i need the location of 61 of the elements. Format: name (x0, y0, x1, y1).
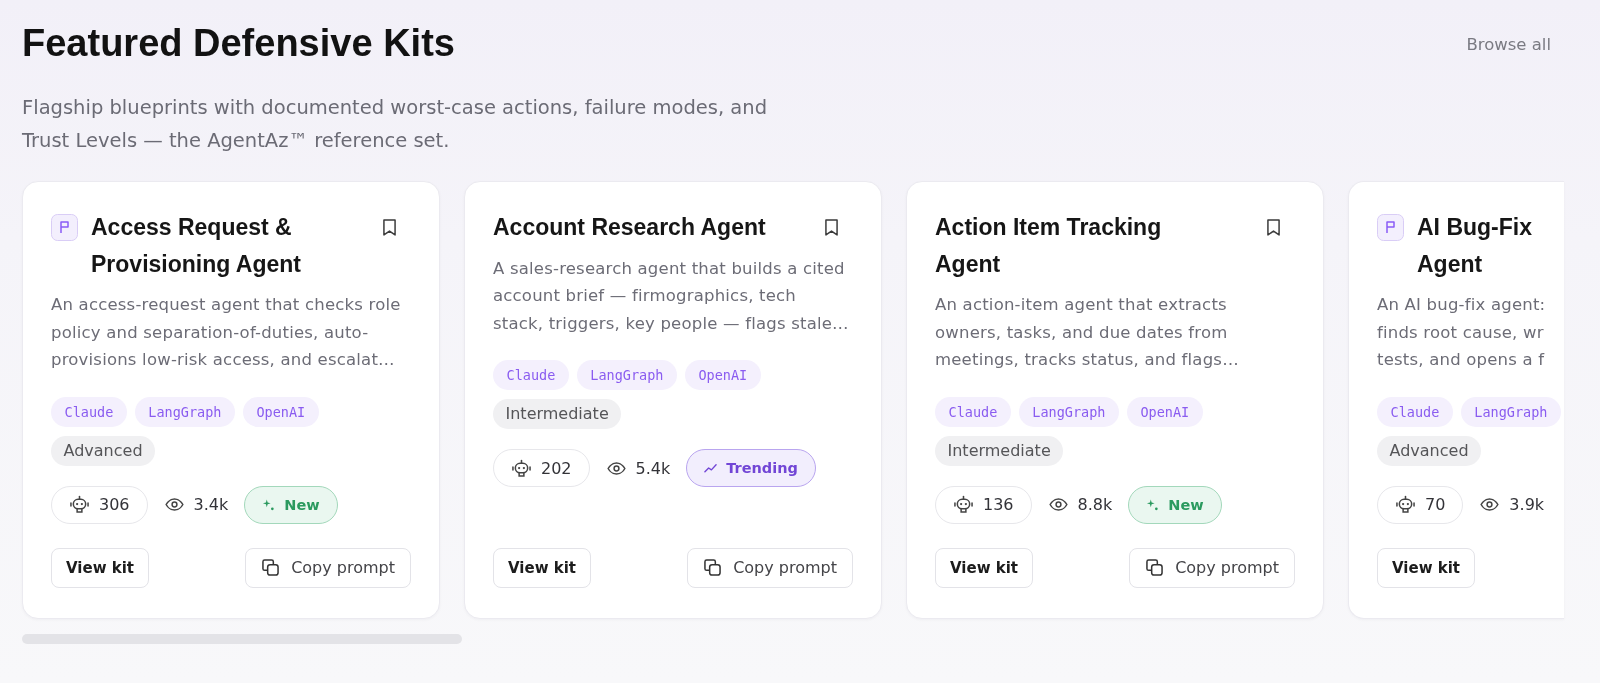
kit-description: An AI bug-fix agent: finds root cause, wr tests, and opens a f (1377, 294, 1547, 372)
eye-icon (1480, 498, 1500, 512)
copy-icon (262, 559, 280, 577)
kit-title: AI Bug-Fix Agent (1417, 213, 1533, 279)
copy-icon (1146, 559, 1164, 577)
view-count: 5.4k (635, 458, 671, 478)
robot-icon (954, 495, 973, 515)
difficulty-tag: Advanced (51, 435, 156, 466)
copy-prompt-button[interactable]: Copy prompt (1129, 547, 1295, 588)
view-kit-button[interactable]: View kit (51, 547, 150, 588)
bookmark-icon[interactable] (383, 219, 396, 236)
view-count: 3.9k (1509, 495, 1545, 515)
framework-tag: Claude (493, 360, 569, 391)
kit-description: An action-item agent that extracts owners, tasks, and due dates from meetings, tracks status, and flags… (935, 294, 1240, 372)
framework-tag: Claude (935, 396, 1011, 427)
difficulty-tag: Intermediate (493, 399, 622, 430)
robot-icon (1396, 495, 1415, 515)
robot-icon (70, 495, 89, 515)
framework-tag: LangGraph (134, 396, 235, 427)
bookmark-icon[interactable] (1267, 219, 1280, 236)
view-count: 3.4k (193, 495, 229, 515)
badge-label: New (1168, 496, 1204, 513)
view-count: 8.8k (1077, 495, 1113, 515)
section-title: Featured Defensive Kits (22, 21, 456, 66)
kit-title: Action Item Tracking Agent (935, 213, 1163, 279)
usage-count: 202 (541, 458, 572, 478)
bookmark-icon[interactable] (825, 219, 838, 236)
view-kit-button[interactable]: View kit (1377, 547, 1476, 588)
kit-title: Access Request & Provisioning Agent (91, 213, 302, 279)
difficulty-tag: Intermediate (935, 435, 1064, 466)
framework-tag: OpenAI (684, 360, 761, 391)
copy-prompt-button[interactable]: Copy prompt (687, 547, 853, 588)
eye-icon (606, 461, 626, 475)
badge-label: New (284, 496, 320, 513)
kit-description: A sales-research agent that builds a cited account brief — firmographics, tech stack, triggers, key people — flags stale… (493, 257, 850, 335)
framework-tag: Claude (1377, 396, 1453, 427)
view-kit-button[interactable]: View kit (935, 547, 1034, 588)
browse-all-link[interactable]: Browse all (1466, 34, 1551, 56)
robot-icon (512, 458, 531, 478)
framework-tag: LangGraph (1018, 396, 1119, 427)
section-subtitle: Flagship blueprints with documented worst-case actions, failure modes, and Trust Levels — the AgentAz™ reference set. (22, 95, 768, 154)
usage-count: 136 (983, 495, 1014, 515)
view-kit-button[interactable]: View kit (493, 547, 592, 588)
sparkle-icon (262, 498, 276, 511)
kit-title: Account Research Agent (493, 213, 766, 242)
usage-count: 70 (1425, 495, 1446, 515)
trend-line-icon (704, 462, 718, 475)
copy-prompt-button[interactable]: Copy prompt (245, 547, 411, 588)
framework-tag: OpenAI (1126, 396, 1203, 427)
usage-count: 306 (99, 495, 130, 515)
framework-tag: OpenAI (242, 396, 319, 427)
framework-tag: Claude (51, 396, 127, 427)
copy-icon (704, 559, 722, 577)
framework-tag: LangGraph (576, 360, 677, 391)
eye-icon (164, 498, 184, 512)
kit-description: An access-request agent that checks role policy and separation-of-duties, auto-provisions low-risk access, and escalat… (51, 294, 402, 372)
badge-label: Trending (726, 460, 798, 477)
difficulty-tag: Advanced (1377, 435, 1482, 466)
eye-icon (1048, 498, 1068, 512)
framework-tag: LangGraph (1460, 396, 1561, 427)
sparkle-icon (1146, 498, 1160, 511)
